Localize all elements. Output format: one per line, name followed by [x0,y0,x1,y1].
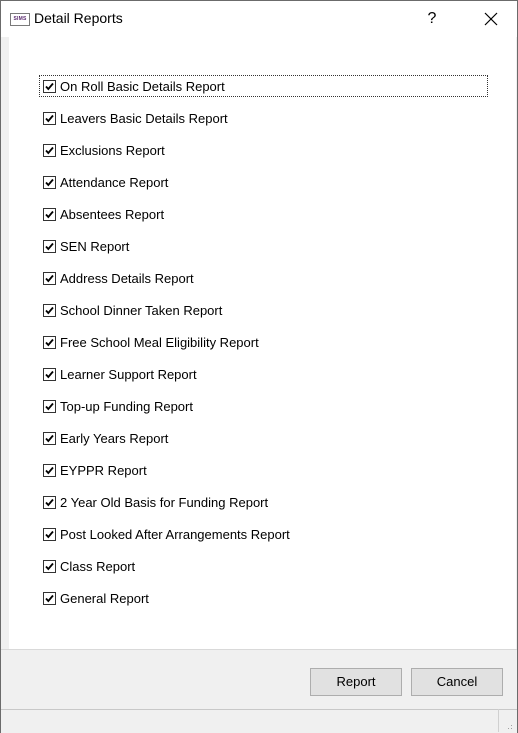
status-bar [1,709,517,733]
report-checkbox-item[interactable]: School Dinner Taken Report [40,300,226,320]
report-checkbox-label: SEN Report [60,238,130,254]
checkbox[interactable] [43,591,56,605]
report-checkbox-item[interactable]: SEN Report [40,236,133,256]
checkmark-icon [45,498,54,506]
report-checkbox-item[interactable]: Early Years Report [40,428,172,448]
checkmark-icon [45,210,54,218]
checkbox[interactable] [43,367,56,381]
checkbox[interactable] [43,303,56,317]
checkbox[interactable] [43,527,56,541]
checkbox[interactable] [43,559,56,573]
checkmark-icon [45,242,54,250]
report-checkbox-label: 2 Year Old Basis for Funding Report [60,494,269,510]
checkbox[interactable] [43,111,56,125]
report-checkbox-item[interactable]: Leavers Basic Details Report [40,108,232,128]
checkbox[interactable] [43,335,56,349]
checkbox[interactable] [43,399,56,413]
checkmark-icon [45,82,54,90]
checkmark-icon [45,338,54,346]
checkmark-icon [45,434,54,442]
report-checkbox-item[interactable]: Class Report [40,556,139,576]
report-checkbox-item[interactable]: Free School Meal Eligibility Report [40,332,263,352]
report-checkbox-label: Free School Meal Eligibility Report [60,334,259,350]
sims-app-icon: SIMS [10,13,30,26]
report-checkbox-item[interactable]: General Report [40,588,153,608]
dialog-footer: Report Cancel [1,649,517,700]
report-checkbox-label: Post Looked After Arrangements Report [60,526,290,542]
report-checkbox-item[interactable]: 2 Year Old Basis for Funding Report [40,492,272,512]
checkmark-icon [45,274,54,282]
checkmark-icon [45,178,54,186]
report-checkbox-label: Exclusions Report [60,142,165,158]
checkmark-icon [45,306,54,314]
checkmark-icon [45,146,54,154]
report-checkbox-item[interactable]: EYPPR Report [40,460,151,480]
checkmark-icon [45,594,54,602]
title-bar: SIMS Detail Reports ? [1,1,517,37]
checkmark-icon [45,114,54,122]
report-checkbox-item[interactable]: Post Looked After Arrangements Report [40,524,294,544]
report-checkbox-label: School Dinner Taken Report [60,302,223,318]
report-checkbox-label: Top-up Funding Report [60,398,193,414]
report-checkbox-label: Attendance Report [60,174,169,190]
report-checkbox-label: Address Details Report [60,270,194,286]
checkbox[interactable] [43,143,56,157]
checkbox[interactable] [43,495,56,509]
status-divider [498,709,499,732]
checkmark-icon [45,466,54,474]
checkbox[interactable] [43,239,56,253]
checkbox[interactable] [43,79,56,93]
report-checkbox-label: General Report [60,590,149,606]
dialog-title: Detail Reports [34,10,123,26]
report-checkbox-item[interactable]: Exclusions Report [40,140,169,160]
report-checkbox-item[interactable]: Top-up Funding Report [40,396,197,416]
checkbox[interactable] [43,175,56,189]
detail-reports-dialog: SIMS Detail Reports ? On Roll Basic Deta… [0,0,518,733]
cancel-button[interactable]: Cancel [411,668,503,696]
report-list-panel: On Roll Basic Details Report Leavers Basi… [9,37,516,649]
report-checkbox-label: Absentees Report [60,206,165,222]
checkmark-icon [45,530,54,538]
report-checkbox-item[interactable]: Attendance Report [40,172,172,192]
checkbox[interactable] [43,271,56,285]
checkmark-icon [45,402,54,410]
report-checkbox-label: Learner Support Report [60,366,197,382]
checkmark-icon [45,370,54,378]
checkmark-icon [45,562,54,570]
report-checkbox-item[interactable]: Address Details Report [40,268,198,288]
help-button[interactable]: ? [417,5,447,33]
report-checkbox-label: Early Years Report [60,430,169,446]
checkbox[interactable] [43,431,56,445]
resize-grip-icon[interactable] [505,722,513,730]
close-button[interactable] [473,5,509,33]
report-checkbox-item[interactable]: On Roll Basic Details Report [39,75,488,97]
report-button[interactable]: Report [310,668,402,696]
report-checkbox-label: On Roll Basic Details Report [60,78,225,94]
checkbox[interactable] [43,207,56,221]
checkbox[interactable] [43,463,56,477]
report-checkbox-label: EYPPR Report [60,462,147,478]
report-checkbox-item[interactable]: Absentees Report [40,204,168,224]
close-icon [484,12,498,26]
report-checkbox-label: Leavers Basic Details Report [60,110,228,126]
report-checkbox-item[interactable]: Learner Support Report [40,364,201,384]
report-checkbox-label: Class Report [60,558,136,574]
